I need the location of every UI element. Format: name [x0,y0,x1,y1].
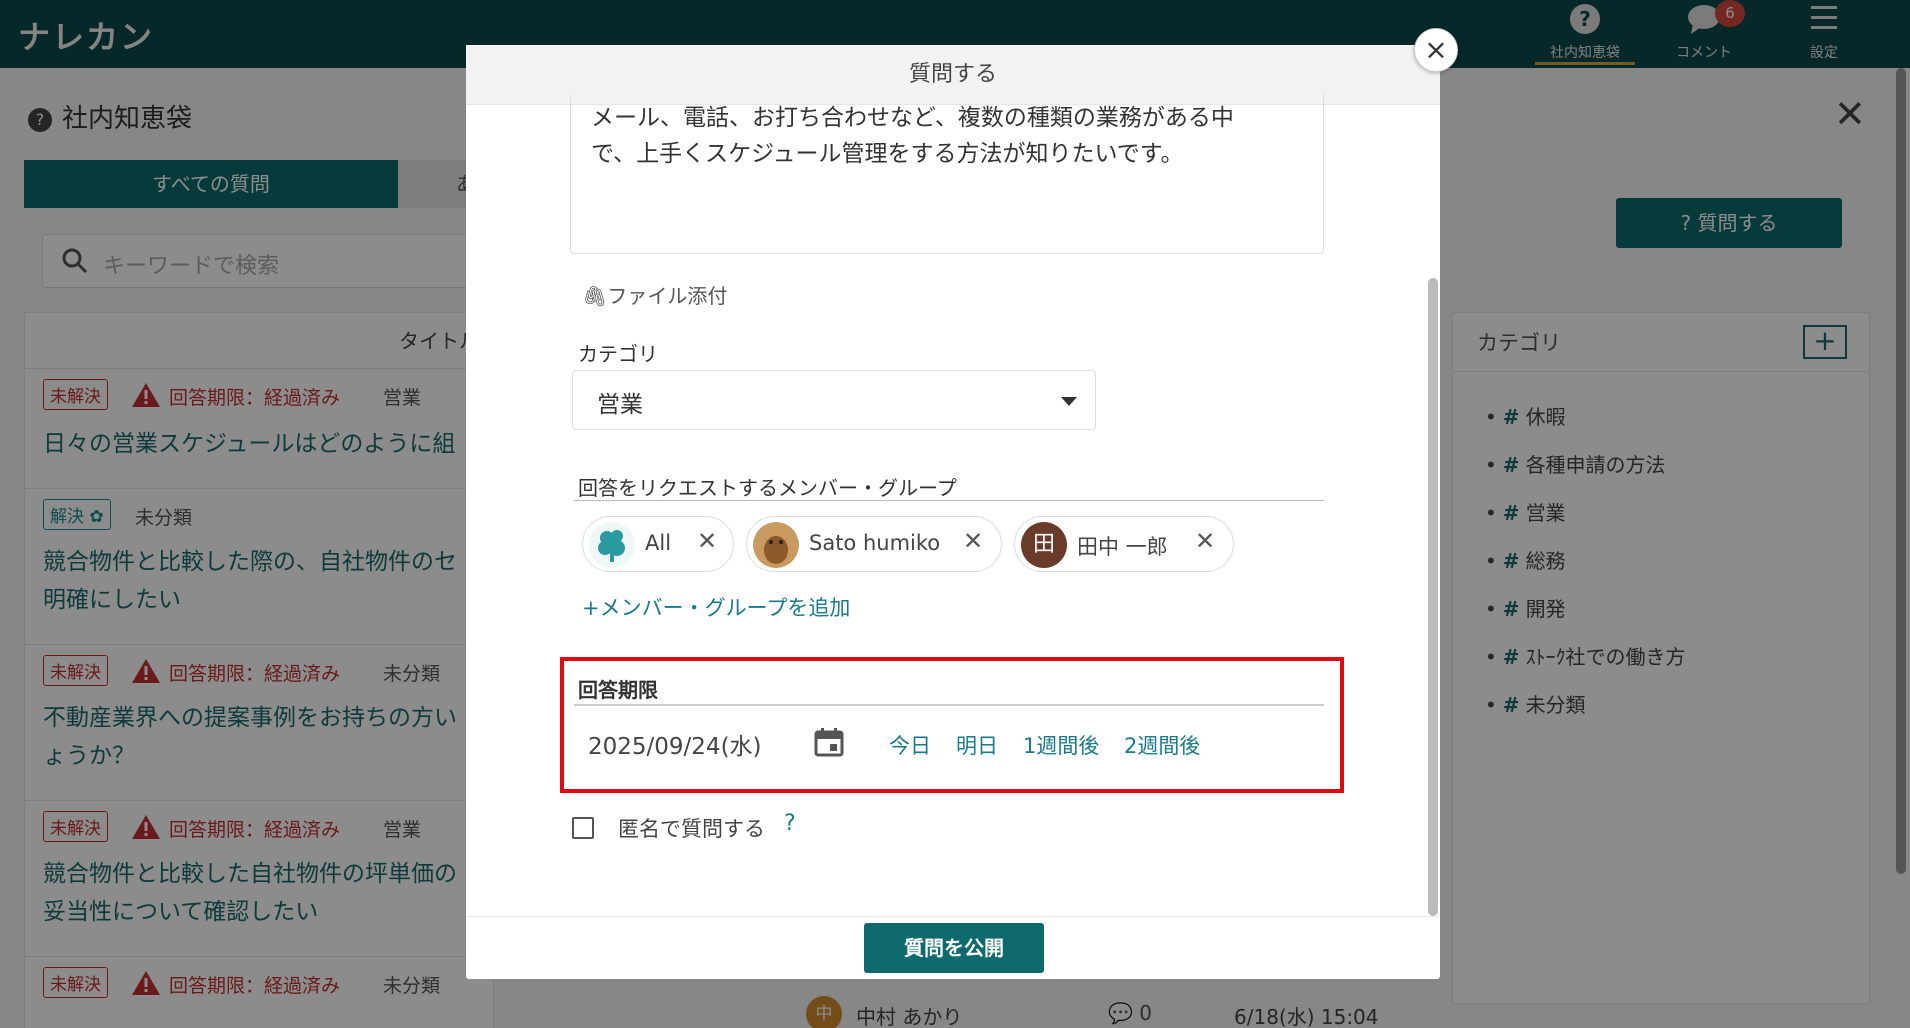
quick-two-weeks[interactable]: 2週間後 [1124,730,1200,760]
remove-member-icon[interactable]: ✕ [1195,527,1215,555]
file-attach-label: ファイル添付 [607,284,728,308]
user-photo-avatar [753,522,799,568]
remove-member-icon[interactable]: ✕ [697,527,717,555]
quick-today[interactable]: 今日 [889,730,931,760]
member-chip: All ✕ [582,516,734,572]
dropdown-arrow-icon [1061,397,1077,406]
anonymous-checkbox[interactable] [572,817,594,839]
request-members-label: 回答をリクエストするメンバー・グループ [578,476,957,500]
page-scrollbar[interactable] [1896,68,1906,874]
category-select-value: 営業 [597,392,643,418]
deadline-label: 回答期限 [578,678,658,702]
highlight-box [560,657,1344,793]
divider [466,916,1440,917]
modal-close-button[interactable]: × [1414,28,1458,72]
member-name: 田中 一郎 [1077,535,1168,559]
paperclip-icon: 🖇 [582,284,608,308]
deadline-date-input[interactable]: 2025/09/24(水) [588,727,762,761]
question-body-textarea[interactable]: メール、電話、お打ち合わせなど、複数の種類の業務がある中 で、上手くスケジュール… [570,94,1324,254]
remove-member-icon[interactable]: ✕ [963,527,983,555]
member-name: Sato humiko [809,531,941,555]
quick-tomorrow[interactable]: 明日 [956,730,998,760]
modal-scrollbar[interactable] [1428,278,1438,916]
category-label: カテゴリ [578,342,658,366]
divider [574,704,1324,706]
quick-one-week[interactable]: 1週間後 [1023,730,1099,760]
file-attach-link[interactable]: 🖇ファイル添付 [582,280,727,309]
user-avatar: 田 [1021,522,1067,568]
calendar-icon[interactable] [813,726,845,758]
category-select[interactable]: 営業 [572,370,1096,430]
member-chip: 田 田中 一郎 ✕ [1014,516,1234,572]
anonymous-label: 匿名で質問する [618,817,765,841]
member-chip: Sato humiko ✕ [746,516,1002,572]
divider [574,500,1324,501]
group-logo-icon [589,522,635,568]
publish-question-button[interactable]: 質問を公開 [864,923,1044,973]
anonymous-help-icon[interactable]: ? [784,811,796,836]
member-name: All [645,531,672,555]
add-member-link[interactable]: +メンバー・グループを追加 [582,592,850,622]
